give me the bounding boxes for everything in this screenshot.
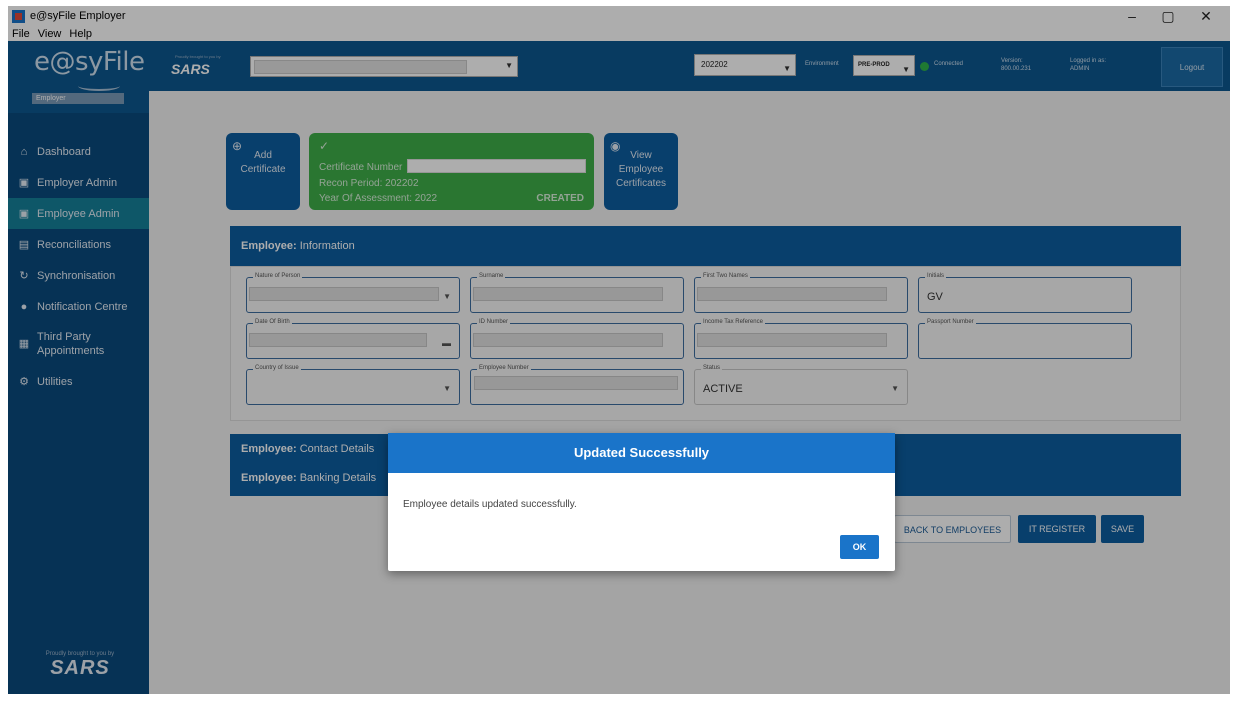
success-dialog: Updated Successfully Employee details up… [388,433,895,571]
modal-overlay [8,6,1230,694]
ok-button[interactable]: OK [840,535,879,559]
dialog-title: Updated Successfully [388,433,895,473]
app-window: e@syFile Employer – ▢ ✕ File View Help e… [8,6,1230,694]
dialog-message: Employee details updated successfully. [403,499,577,510]
